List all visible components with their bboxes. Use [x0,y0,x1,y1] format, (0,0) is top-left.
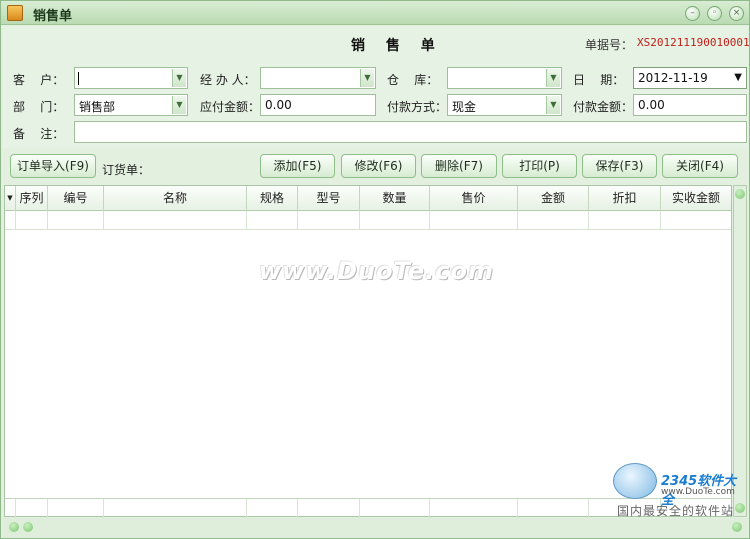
brand-slogan: 国内最安全的软件站 [617,504,735,518]
column-header[interactable]: 实收金额 [661,186,731,211]
column-header[interactable]: 售价 [430,186,518,211]
payable-label: 应付金额： [200,100,261,114]
column-header[interactable]: 规格 [247,186,298,211]
payable-input[interactable]: 0.00 [260,94,376,116]
dropdown-arrow-icon[interactable]: ▼ [734,72,742,83]
scroll-left-icon[interactable] [9,522,19,532]
payable-value: 0.00 [265,98,292,112]
warehouse-label: 仓 库： [387,73,439,87]
horizontal-scrollbar[interactable] [3,518,748,538]
app-icon [7,5,23,21]
vertical-scrollbar[interactable] [733,185,747,517]
column-header[interactable]: 型号 [298,186,360,211]
paid-input[interactable]: 0.00 [633,94,747,116]
column-header[interactable]: 数量 [360,186,430,211]
window-title: 销售单 [33,9,73,24]
date-label: 日 期： [573,73,625,87]
column-header[interactable]: 名称 [104,186,247,211]
handler-select[interactable]: ▼ [260,67,376,89]
column-header[interactable]: 折扣 [589,186,661,211]
site-watermark: www.DuoTe.com [259,257,494,285]
scroll-up-icon[interactable] [735,189,745,199]
customer-label: 客 户： [13,73,65,87]
text-caret [78,72,79,85]
doc-number-value: XS201211190010001 [637,36,750,49]
column-header[interactable]: 编号 [48,186,104,211]
close-button[interactable]: 关闭(F4) [662,154,738,178]
sales-order-window: 销售单 – ◦ × 销 售 单 单据号： XS201211190010001 客… [0,0,750,539]
print-button[interactable]: 打印(P) [502,154,577,178]
edit-button[interactable]: 修改(F6) [341,154,416,178]
minimize-icon[interactable]: – [685,6,700,21]
handler-label: 经 办 人： [200,73,256,87]
date-picker[interactable]: 2012-11-19 ▼ [633,67,747,89]
chevron-down-icon[interactable]: ▼ [546,96,560,114]
brand-url: www.DuoTe.com [661,487,735,497]
document-title: 销 售 单 [351,38,443,54]
remark-input[interactable] [74,121,747,143]
order-label: 订货单： [102,163,151,177]
payment-method-label: 付款方式： [387,100,448,114]
department-label: 部 门： [13,100,65,114]
mascot-logo-icon [613,463,657,499]
chevron-down-icon[interactable]: ▼ [546,69,560,87]
doc-number-label: 单据号： [585,38,634,52]
resize-grip-icon[interactable] [732,522,742,532]
import-order-button[interactable]: 订单导入(F9) [10,154,96,178]
restore-icon[interactable]: ◦ [707,6,722,21]
payment-method-value: 现金 [452,100,477,114]
date-value: 2012-11-19 [638,71,708,85]
delete-button[interactable]: 删除(F7) [421,154,497,178]
paid-label: 付款金额： [573,100,634,114]
chevron-down-icon[interactable]: ▼ [172,69,186,87]
save-button[interactable]: 保存(F3) [582,154,657,178]
title-bar: 销售单 – ◦ × [1,1,749,25]
department-value: 销售部 [79,100,116,114]
column-header[interactable]: 金额 [518,186,589,211]
payment-method-select[interactable]: 现金 ▼ [447,94,562,116]
column-header[interactable]: 序列 [16,186,48,211]
customer-select[interactable]: ▼ [74,67,188,89]
paid-value: 0.00 [638,98,665,112]
warehouse-select[interactable]: ▼ [447,67,562,89]
add-button[interactable]: 添加(F5) [260,154,335,178]
table-header: ▼ 序列 编号 名称 规格 型号 数量 售价 金额 折扣 实收金额 [5,186,731,211]
close-window-icon[interactable]: × [729,6,744,21]
row-indicator-icon: ▼ [5,186,16,211]
scroll-right-icon[interactable] [23,522,33,532]
remark-label: 备 注： [13,127,65,141]
table-row[interactable] [5,211,731,230]
chevron-down-icon[interactable]: ▼ [172,96,186,114]
department-select[interactable]: 销售部 ▼ [74,94,188,116]
chevron-down-icon[interactable]: ▼ [360,69,374,87]
